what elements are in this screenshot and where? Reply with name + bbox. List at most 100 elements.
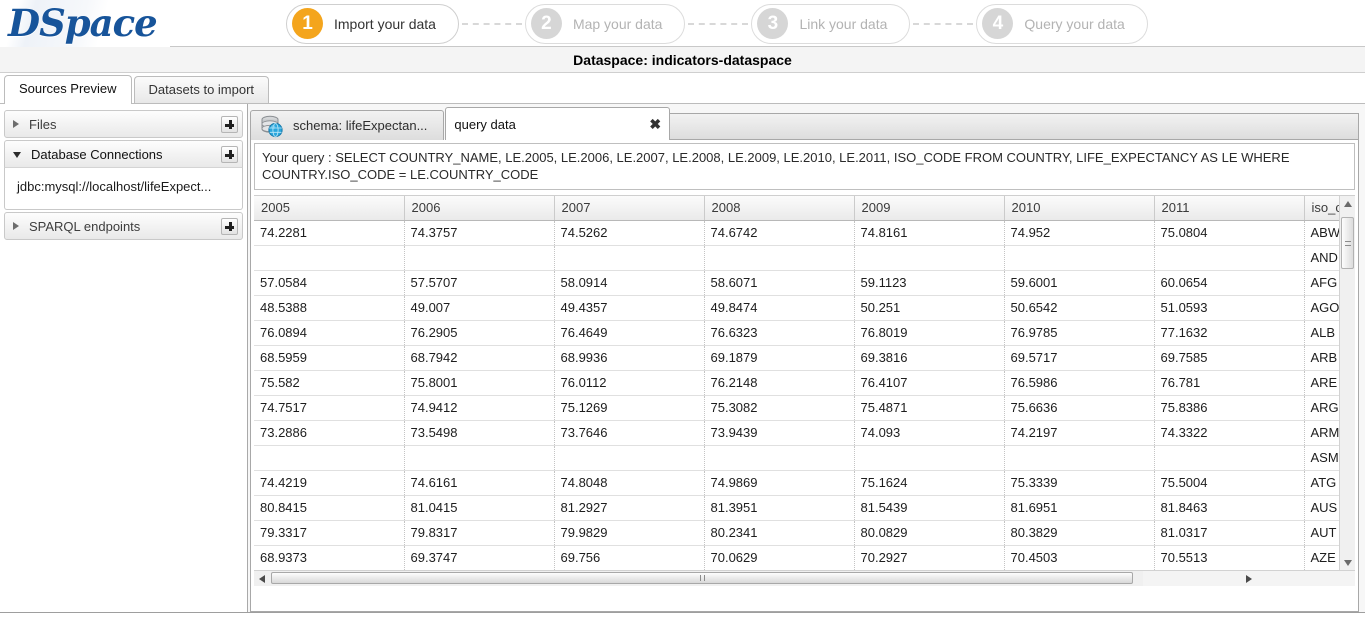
table-row[interactable]: 74.4219 74.6161 74.8048 74.9869 75.1624 75.33… bbox=[254, 470, 1339, 496]
table-cell[interactable]: AFG bbox=[1304, 270, 1339, 296]
table-cell[interactable] bbox=[554, 445, 705, 471]
wizard-step-2[interactable]: 2 Map your data bbox=[524, 3, 686, 44]
table-cell[interactable]: 74.6742 bbox=[704, 220, 855, 246]
horizontal-scrollbar[interactable] bbox=[254, 570, 1355, 586]
table-cell[interactable]: 75.6636 bbox=[1004, 395, 1155, 421]
table-cell[interactable]: 50.251 bbox=[854, 295, 1005, 321]
table-cell[interactable]: 73.9439 bbox=[704, 420, 855, 446]
table-cell[interactable]: 70.2927 bbox=[854, 545, 1005, 570]
scroll-left-button[interactable] bbox=[254, 571, 269, 586]
scroll-down-button[interactable] bbox=[1340, 555, 1355, 570]
table-cell[interactable]: ASM bbox=[1304, 445, 1339, 471]
table-cell[interactable]: ABW bbox=[1304, 220, 1339, 246]
table-cell[interactable]: 79.8317 bbox=[404, 520, 555, 546]
sidebar-section-database-connections-header[interactable]: Database Connections bbox=[4, 140, 243, 168]
table-cell[interactable]: 75.8001 bbox=[404, 370, 555, 396]
table-cell[interactable]: 73.2886 bbox=[254, 420, 405, 446]
app-logo[interactable]: DSpace bbox=[0, 0, 170, 47]
close-icon[interactable]: ✖ bbox=[649, 117, 661, 131]
table-cell[interactable]: 58.0914 bbox=[554, 270, 705, 296]
horizontal-scroll-thumb[interactable] bbox=[271, 572, 1133, 584]
table-cell[interactable]: 74.093 bbox=[854, 420, 1005, 446]
vertical-scroll-thumb[interactable] bbox=[1341, 217, 1354, 269]
table-cell[interactable]: 75.4871 bbox=[854, 395, 1005, 421]
table-cell[interactable]: 76.4649 bbox=[554, 320, 705, 346]
table-cell[interactable]: 76.4107 bbox=[854, 370, 1005, 396]
table-cell[interactable]: 74.7517 bbox=[254, 395, 405, 421]
table-cell[interactable]: 79.3317 bbox=[254, 520, 405, 546]
table-row[interactable]: 73.2886 73.5498 73.7646 73.9439 74.093 74.219… bbox=[254, 420, 1339, 446]
table-row[interactable]: 74.2281 74.3757 74.5262 74.6742 74.8161 74.95… bbox=[254, 220, 1339, 246]
table-cell[interactable]: 76.781 bbox=[1154, 370, 1305, 396]
table-cell[interactable]: AND bbox=[1304, 245, 1339, 271]
table-cell[interactable]: 49.4357 bbox=[554, 295, 705, 321]
tab-sources-preview[interactable]: Sources Preview bbox=[4, 75, 132, 104]
horizontal-scroll-track[interactable] bbox=[269, 571, 1143, 586]
table-cell[interactable]: 69.1879 bbox=[704, 345, 855, 371]
table-cell[interactable]: 49.8474 bbox=[704, 295, 855, 321]
table-cell[interactable]: 74.2197 bbox=[1004, 420, 1155, 446]
table-cell[interactable]: 77.1632 bbox=[1154, 320, 1305, 346]
table-cell[interactable]: 69.3816 bbox=[854, 345, 1005, 371]
add-database-connection-button[interactable] bbox=[221, 145, 238, 163]
column-header-2010[interactable]: 2010 bbox=[1004, 196, 1155, 221]
table-cell[interactable]: 59.1123 bbox=[854, 270, 1005, 296]
table-cell[interactable]: 80.8415 bbox=[254, 495, 405, 521]
table-cell[interactable] bbox=[854, 445, 1005, 471]
table-cell[interactable]: 80.2341 bbox=[704, 520, 855, 546]
table-cell[interactable]: ATG bbox=[1304, 470, 1339, 496]
table-cell[interactable] bbox=[1004, 445, 1155, 471]
table-row[interactable]: 75.582 75.8001 76.0112 76.2148 76.4107 76.598… bbox=[254, 370, 1339, 396]
table-cell[interactable]: ARB bbox=[1304, 345, 1339, 371]
table-cell[interactable]: 81.2927 bbox=[554, 495, 705, 521]
table-cell[interactable]: 68.5959 bbox=[254, 345, 405, 371]
table-cell[interactable]: 48.5388 bbox=[254, 295, 405, 321]
table-cell[interactable]: 70.4503 bbox=[1004, 545, 1155, 570]
table-row[interactable]: 57.0584 57.5707 58.0914 58.6071 59.1123 59.60… bbox=[254, 270, 1339, 296]
table-cell[interactable]: 75.0804 bbox=[1154, 220, 1305, 246]
table-cell[interactable]: 74.6161 bbox=[404, 470, 555, 496]
table-cell[interactable]: 74.9869 bbox=[704, 470, 855, 496]
table-cell[interactable]: 75.5004 bbox=[1154, 470, 1305, 496]
table-cell[interactable] bbox=[254, 245, 405, 271]
wizard-step-1[interactable]: 1 Import your data bbox=[286, 3, 459, 44]
vertical-scrollbar[interactable] bbox=[1339, 196, 1355, 570]
table-cell[interactable]: 74.2281 bbox=[254, 220, 405, 246]
doc-tab-query-data[interactable]: query data ✖ bbox=[445, 107, 671, 140]
doc-tab-schema[interactable]: schema: lifeExpectan... bbox=[250, 110, 445, 140]
table-cell[interactable]: 76.2905 bbox=[404, 320, 555, 346]
table-cell[interactable]: AUT bbox=[1304, 520, 1339, 546]
column-header-2008[interactable]: 2008 bbox=[704, 196, 855, 221]
table-cell[interactable]: 75.582 bbox=[254, 370, 405, 396]
table-cell[interactable]: 69.5717 bbox=[1004, 345, 1155, 371]
table-cell[interactable]: 75.1269 bbox=[554, 395, 705, 421]
table-cell[interactable]: 79.9829 bbox=[554, 520, 705, 546]
table-cell[interactable]: 59.6001 bbox=[1004, 270, 1155, 296]
table-cell[interactable] bbox=[1154, 445, 1305, 471]
table-cell[interactable]: 68.9936 bbox=[554, 345, 705, 371]
sidebar-section-sparql-endpoints-header[interactable]: SPARQL endpoints bbox=[4, 212, 243, 240]
table-cell[interactable] bbox=[404, 245, 555, 271]
table-cell[interactable]: 70.0629 bbox=[704, 545, 855, 570]
table-row[interactable]: 68.5959 68.7942 68.9936 69.1879 69.3816 69.57… bbox=[254, 345, 1339, 371]
table-cell[interactable]: 81.5439 bbox=[854, 495, 1005, 521]
table-cell[interactable]: 74.3322 bbox=[1154, 420, 1305, 446]
table-cell[interactable]: ARE bbox=[1304, 370, 1339, 396]
table-cell[interactable]: 81.6951 bbox=[1004, 495, 1155, 521]
table-cell[interactable]: 75.3339 bbox=[1004, 470, 1155, 496]
table-row[interactable]: ASM bbox=[254, 445, 1339, 471]
table-cell[interactable]: ARM bbox=[1304, 420, 1339, 446]
table-cell[interactable]: 81.0317 bbox=[1154, 520, 1305, 546]
table-cell[interactable]: 74.8048 bbox=[554, 470, 705, 496]
table-cell[interactable] bbox=[404, 445, 555, 471]
table-row[interactable]: 48.5388 49.007 49.4357 49.8474 50.251 50.6542… bbox=[254, 295, 1339, 321]
table-cell[interactable]: 76.0112 bbox=[554, 370, 705, 396]
table-cell[interactable]: 69.3747 bbox=[404, 545, 555, 570]
table-cell[interactable]: 80.3829 bbox=[1004, 520, 1155, 546]
table-cell[interactable]: AGO bbox=[1304, 295, 1339, 321]
table-cell[interactable] bbox=[554, 245, 705, 271]
column-header-2009[interactable]: 2009 bbox=[854, 196, 1005, 221]
table-cell[interactable]: 74.4219 bbox=[254, 470, 405, 496]
column-header-2005[interactable]: 2005 bbox=[254, 196, 405, 221]
table-cell[interactable]: 74.952 bbox=[1004, 220, 1155, 246]
